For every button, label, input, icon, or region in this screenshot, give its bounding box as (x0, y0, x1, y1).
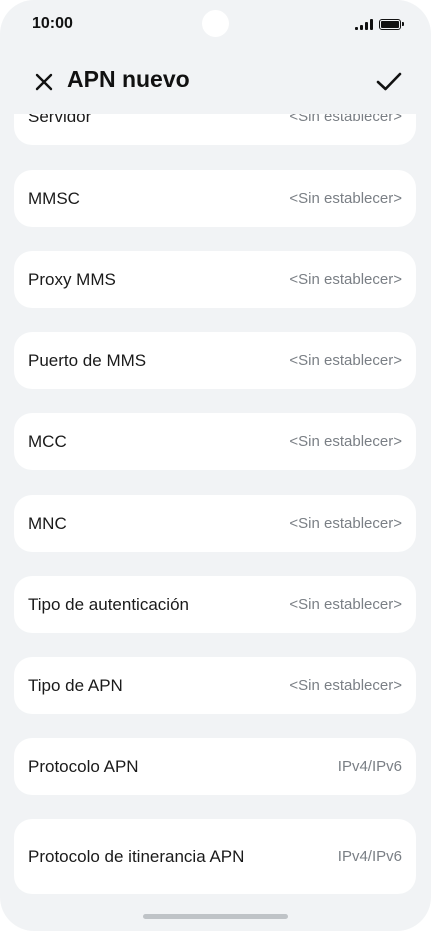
row-value: <Sin establecer> (289, 677, 402, 694)
apn-row-mcc[interactable]: MCC <Sin establecer> (14, 413, 416, 470)
row-label: Tipo de APN (28, 676, 123, 695)
check-icon (376, 72, 402, 91)
apn-row-roaming-protocol[interactable]: Protocolo de itinerancia APN IPv4/IPv6 (14, 819, 416, 894)
front-camera (202, 10, 229, 37)
row-value: <Sin establecer> (289, 271, 402, 288)
close-icon (35, 73, 53, 91)
apn-row-auth-type[interactable]: Tipo de autenticación <Sin establecer> (14, 576, 416, 633)
apn-row-mms-port[interactable]: Puerto de MMS <Sin establecer> (14, 332, 416, 389)
row-label: Proxy MMS (28, 270, 116, 289)
home-indicator[interactable] (143, 914, 288, 919)
apn-row-mms-proxy[interactable]: Proxy MMS <Sin establecer> (14, 251, 416, 308)
status-bar: 10:00 (0, 0, 431, 52)
app-header: APN nuevo (0, 52, 431, 114)
row-label: MMSC (28, 189, 80, 208)
row-label: Puerto de MMS (28, 351, 147, 370)
status-icons (355, 18, 404, 30)
row-value: <Sin establecer> (289, 352, 402, 369)
row-label: Protocolo de itinerancia APN (28, 847, 245, 866)
apn-row-apn-type[interactable]: Tipo de APN <Sin establecer> (14, 657, 416, 714)
apn-row-mmsc[interactable]: MMSC <Sin establecer> (14, 170, 416, 227)
save-button[interactable] (371, 64, 407, 100)
apn-settings-list[interactable]: Servidor <Sin establecer> MMSC <Sin esta… (0, 0, 431, 931)
phone-screen: Servidor <Sin establecer> MMSC <Sin esta… (0, 0, 431, 931)
row-label: Tipo de autenticación (28, 595, 189, 614)
row-value: IPv4/IPv6 (337, 758, 402, 775)
row-label: MCC (28, 432, 67, 451)
close-button[interactable] (26, 64, 62, 100)
row-value: <Sin establecer> (289, 190, 402, 207)
battery-icon (379, 18, 404, 30)
status-time: 10:00 (32, 15, 73, 32)
apn-row-apn-protocol[interactable]: Protocolo APN IPv4/IPv6 (14, 738, 416, 795)
row-value: <Sin establecer> (289, 515, 402, 532)
row-label: Protocolo APN (28, 757, 139, 776)
signal-icon (355, 18, 373, 30)
row-value: <Sin establecer> (289, 596, 402, 613)
apn-row-mnc[interactable]: MNC <Sin establecer> (14, 495, 416, 552)
page-title: APN nuevo (67, 66, 190, 92)
row-value: <Sin establecer> (289, 433, 402, 450)
row-label: MNC (28, 514, 67, 533)
row-value: IPv4/IPv6 (337, 848, 402, 865)
